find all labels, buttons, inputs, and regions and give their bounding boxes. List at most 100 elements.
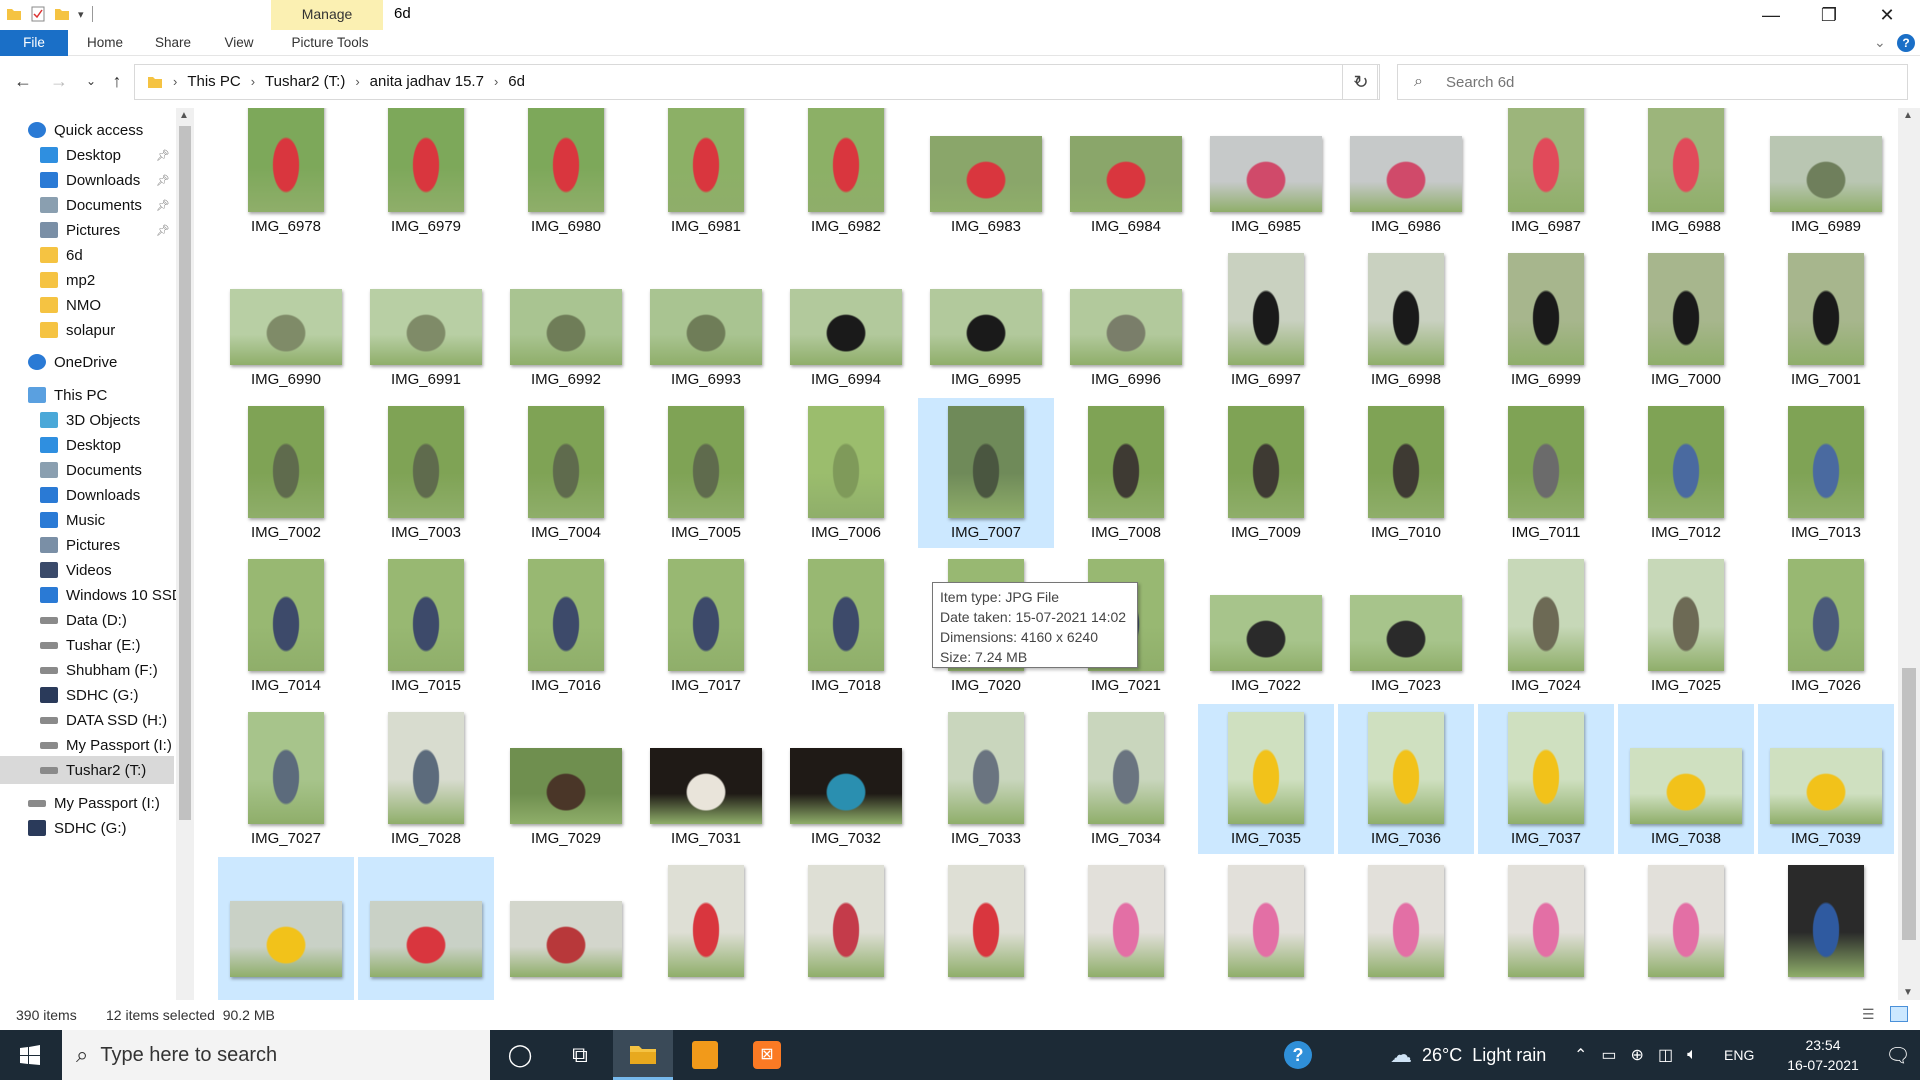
file-thumbnail[interactable]: IMG_7033 [918,704,1054,854]
address-bar[interactable]: › This PC › Tushar2 (T:) › anita jadhav … [134,64,1378,100]
file-thumbnail[interactable]: IMG_6990 [218,245,354,395]
recent-locations-icon[interactable]: ⌄ [80,70,102,92]
pin-icon[interactable]: 📌︎ [156,224,170,237]
file-thumbnail[interactable]: IMG_7035 [1198,704,1334,854]
file-thumbnail[interactable]: IMG_7005 [638,398,774,548]
navigation-scroll-thumb[interactable] [179,126,191,820]
file-thumbnail[interactable]: IMG_6981 [638,108,774,242]
properties-icon[interactable] [30,5,46,23]
sidebar-item-quick-access[interactable]: Quick access [0,116,174,144]
crumb-folder[interactable]: anita jadhav 15.7 [370,73,484,90]
file-thumbnail[interactable]: IMG_7023 [1338,551,1474,701]
manage-tab[interactable]: Manage [271,0,383,30]
forward-button[interactable]: → [48,70,70,92]
sidebar-item-data-d[interactable]: Data (D:) [0,606,174,634]
file-thumbnail[interactable]: IMG_7027 [218,704,354,854]
file-thumbnail[interactable]: IMG_6988 [1618,108,1754,242]
file-thumbnail[interactable]: IMG_6998 [1338,245,1474,395]
file-thumbnail[interactable]: IMG_6986 [1338,108,1474,242]
sidebar-item-pictures[interactable]: Pictures 📌︎ [0,216,174,244]
file-thumbnail[interactable]: IMG_6991 [358,245,494,395]
file-thumbnail[interactable]: IMG_6983 [918,108,1054,242]
file-explorer-taskbar-icon[interactable] [613,1030,673,1080]
file-thumbnail[interactable]: IMG_7032 [778,704,914,854]
sidebar-item-desktop[interactable]: Desktop [0,431,174,459]
crumb-drive[interactable]: Tushar2 (T:) [265,73,345,90]
file-thumbnail[interactable]: IMG_7009 [1198,398,1334,548]
sidebar-item-solapur[interactable]: solapur [0,316,174,344]
file-thumbnail[interactable]: IMG_7000 [1618,245,1754,395]
file-thumbnail[interactable]: IMG_6993 [638,245,774,395]
pin-icon[interactable]: 📌︎ [156,174,170,187]
pin-icon[interactable]: 📌︎ [156,149,170,162]
file-thumbnail[interactable] [1338,857,1474,1000]
file-thumbnail[interactable]: IMG_7013 [1758,398,1894,548]
sidebar-item-desktop[interactable]: Desktop 📌︎ [0,141,174,169]
weather-widget[interactable]: ☁ 26°C Light rain [1390,1030,1546,1080]
file-thumbnail[interactable]: IMG_6992 [498,245,634,395]
sidebar-item-data-ssd-h[interactable]: DATA SSD (H:) [0,706,174,734]
file-thumbnail[interactable] [1618,857,1754,1000]
file-thumbnail[interactable]: IMG_6987 [1478,108,1614,242]
pin-icon[interactable]: 📌︎ [156,199,170,212]
sidebar-item-shubham-f[interactable]: Shubham (F:) [0,656,174,684]
file-thumbnail[interactable]: IMG_7022 [1198,551,1334,701]
new-folder-icon[interactable] [54,5,70,23]
sidebar-item-downloads[interactable]: Downloads 📌︎ [0,166,174,194]
battery-icon[interactable]: ▭ [1601,1045,1616,1065]
help-icon[interactable]: ? [1897,34,1915,52]
file-thumbnail[interactable]: IMG_7025 [1618,551,1754,701]
file-thumbnail[interactable] [1198,857,1334,1000]
file-thumbnail[interactable] [1478,857,1614,1000]
file-thumbnail[interactable]: IMG_7038 [1618,704,1754,854]
expand-ribbon-icon[interactable]: ⌄ [1874,34,1886,51]
file-thumbnail[interactable]: IMG_7036 [1338,704,1474,854]
crumb-current[interactable]: 6d [508,73,525,90]
file-thumbnail[interactable]: IMG_6978 [218,108,354,242]
network-icon[interactable]: ⊕ [1631,1045,1644,1065]
sidebar-item-tushar2-t[interactable]: Tushar2 (T:) [0,756,174,784]
folder-icon[interactable] [6,5,22,23]
sidebar-item-music[interactable]: Music [0,506,174,534]
sidebar-item-6d[interactable]: 6d [0,241,174,269]
file-thumbnail[interactable]: IMG_6995 [918,245,1054,395]
sidebar-item-sdhc-g[interactable]: SDHC (G:) [0,814,174,842]
file-thumbnail[interactable] [638,857,774,1000]
file-thumbnail[interactable] [1758,857,1894,1000]
up-button[interactable]: ↑ [106,70,128,92]
file-thumbnail[interactable] [358,857,494,1000]
sidebar-item-windows-10-ssd[interactable]: Windows 10 SSD [0,581,176,609]
sidebar-item-documents[interactable]: Documents 📌︎ [0,191,174,219]
sidebar-item-my-passport-i[interactable]: My Passport (I:) [0,731,174,759]
scroll-up-icon[interactable]: ▲ [1903,110,1913,121]
file-thumbnail[interactable]: IMG_6994 [778,245,914,395]
sidebar-item-mp2[interactable]: mp2 [0,266,174,294]
file-thumbnail[interactable]: IMG_7017 [638,551,774,701]
chevron-up-icon[interactable]: ⌃ [1574,1045,1587,1065]
sidebar-item-pictures[interactable]: Pictures [0,531,174,559]
sidebar-item-onedrive[interactable]: OneDrive [0,348,174,376]
file-thumbnail[interactable]: IMG_7016 [498,551,634,701]
file-thumbnail[interactable]: IMG_6979 [358,108,494,242]
sidebar-item-tushar-e[interactable]: Tushar (E:) [0,631,174,659]
sidebar-item-documents[interactable]: Documents [0,456,174,484]
tab-share[interactable]: Share [148,30,198,56]
tab-view[interactable]: View [214,30,264,56]
sidebar-item-downloads[interactable]: Downloads [0,481,174,509]
sidebar-item-nmo[interactable]: NMO [0,291,174,319]
file-thumbnail[interactable]: IMG_7008 [1058,398,1194,548]
file-thumbnail[interactable]: IMG_6980 [498,108,634,242]
file-thumbnail[interactable]: IMG_6982 [778,108,914,242]
volume-icon[interactable]: 🔈︎ [1687,1046,1697,1064]
search-input[interactable] [1446,71,1866,93]
file-thumbnail[interactable]: IMG_6996 [1058,245,1194,395]
xampp-icon[interactable]: ⊠ [737,1030,797,1080]
file-thumbnail[interactable]: IMG_7028 [358,704,494,854]
help-tips-icon[interactable]: ? [1268,1030,1328,1080]
refresh-button[interactable]: ↻ [1342,64,1380,100]
file-thumbnail[interactable]: IMG_7018 [778,551,914,701]
notifications-icon[interactable]: 🗨︎ [1868,1030,1920,1080]
antivirus-icon[interactable]: ◫ [1658,1045,1673,1065]
search-box[interactable]: ⌕ [1397,64,1908,100]
customize-qat-icon[interactable]: ▾ [78,8,84,21]
